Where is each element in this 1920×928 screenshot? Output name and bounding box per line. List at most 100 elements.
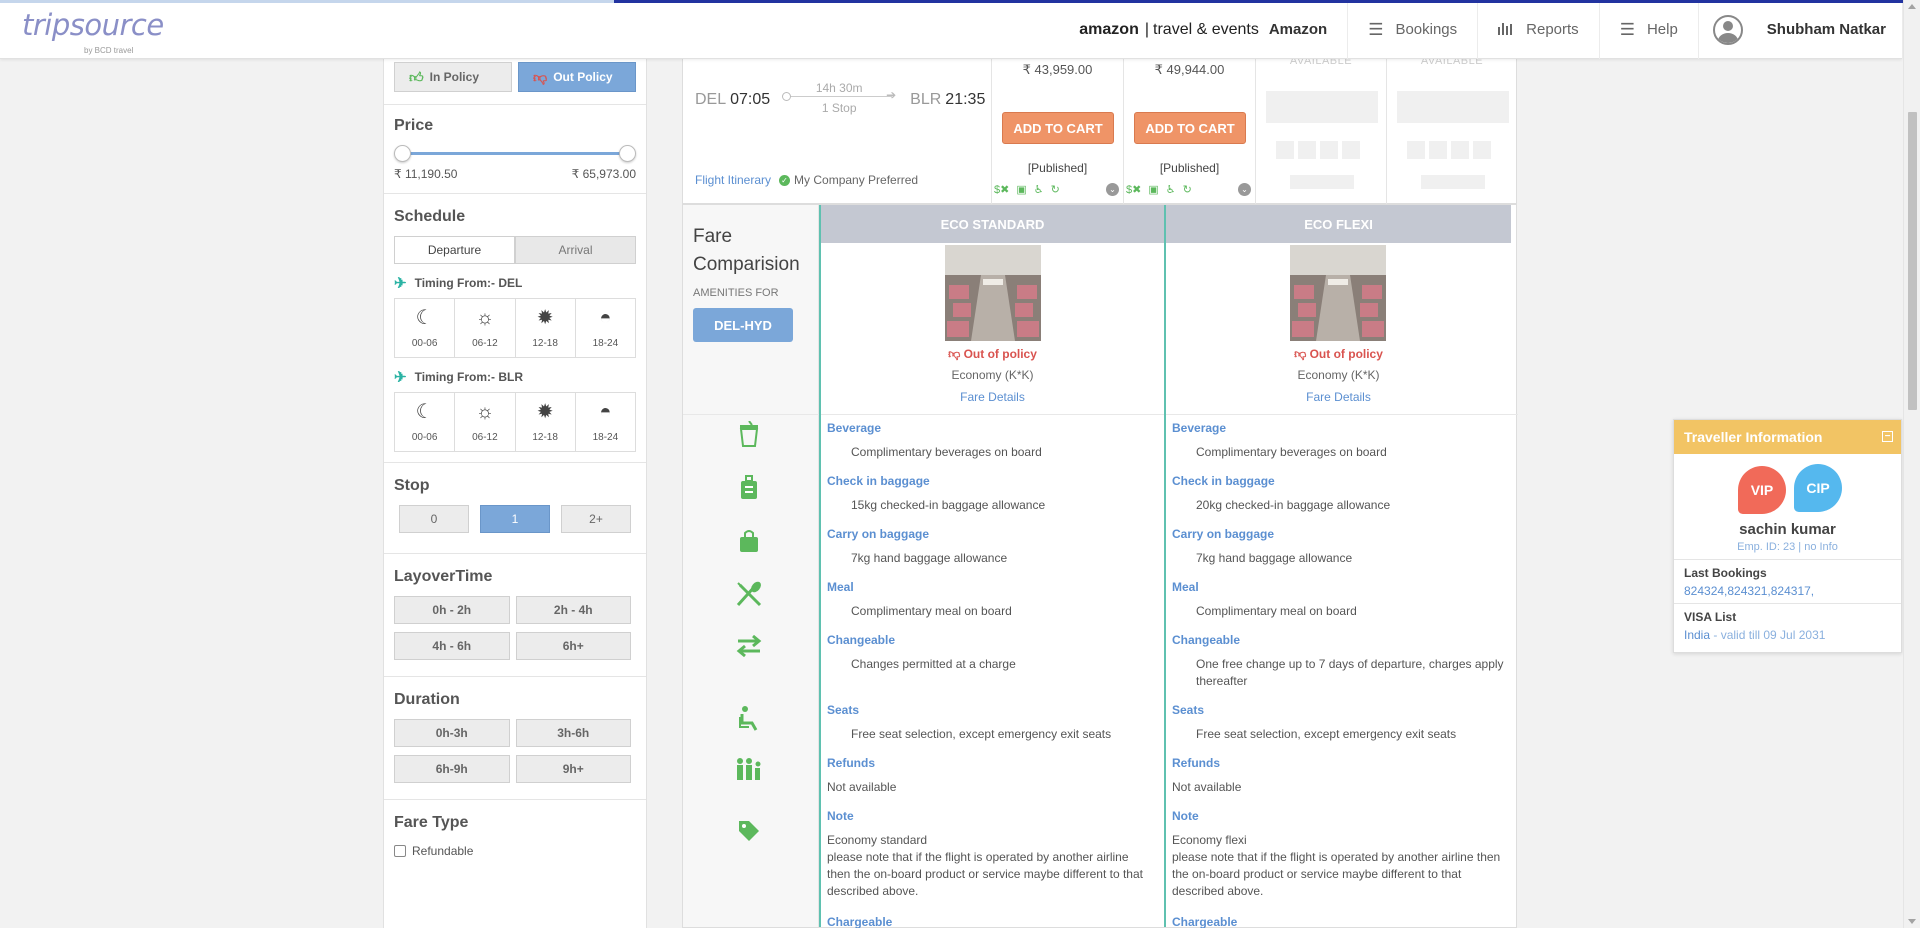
cabin-class: Economy (K*K) [1297, 368, 1380, 382]
fare-details-link[interactable]: Fare Details [821, 390, 1164, 404]
amenity-desc: Not available [1172, 780, 1242, 794]
dollar-meal-icon: $✖ [994, 184, 1010, 196]
price-slider[interactable] [394, 143, 636, 163]
amenity-refunds: Refunds Not available [827, 756, 1154, 796]
dollar-meal-icon: $✖ [1126, 184, 1142, 196]
amenity-desc: Not available [827, 780, 897, 794]
list-icon: ☰ [1619, 19, 1635, 39]
amenity-desc: Economy standard please note that if the… [827, 833, 1143, 898]
time-slots-blr: ☾ 00-06 ☼ 06-12 ✹ 12-18 ◓ 18-24 [394, 392, 636, 452]
amenity-refunds: Refunds Not available [1172, 756, 1507, 796]
sunset-icon: ◓ [599, 306, 612, 329]
price-slider-min-handle[interactable] [394, 145, 411, 162]
duration-option[interactable]: 3h-6h [515, 719, 631, 747]
nav-reports[interactable]: Reports [1477, 0, 1599, 59]
stop-option-1[interactable]: 1 [480, 505, 550, 533]
layover-option[interactable]: 6h+ [515, 632, 631, 660]
amenity-title: Refunds [827, 756, 875, 770]
list-icon: ☰ [1368, 19, 1384, 39]
time-slot-label: 06-12 [472, 337, 498, 349]
chevron-down-icon[interactable]: ⌄ [1238, 183, 1251, 196]
placeholder-block [1320, 141, 1338, 159]
time-slot-night[interactable]: ☾ 00-06 [395, 299, 456, 357]
nav-bookings[interactable]: ☰ Bookings [1347, 0, 1477, 59]
sunset-icon: ◓ [599, 400, 612, 423]
stop-option-2-plus[interactable]: 2+ [561, 505, 631, 533]
price-slider-max-handle[interactable] [619, 145, 636, 162]
fare-column-2: ₹ 49,944.00 ADD TO CART [Published] $✖ ▣ ♿… [1123, 59, 1255, 204]
bag-icon [733, 529, 765, 559]
scrollbar-thumb[interactable] [1908, 112, 1917, 410]
amenity-desc: Complimentary beverages on board [851, 445, 1042, 459]
tab-arrival[interactable]: Arrival [515, 236, 636, 264]
amenity-beverage: Beverage Complimentary beverages on board [1172, 421, 1507, 461]
time-slot-afternoon[interactable]: ✹ 12-18 [516, 299, 576, 357]
flight-itinerary-link[interactable]: Flight Itinerary [695, 173, 771, 187]
fare-type-title: Fare Type [394, 814, 469, 831]
amenity-title: Meal [1172, 580, 1199, 594]
nav-help-label: Help [1646, 21, 1678, 38]
scroll-down-arrow-icon[interactable] [1908, 919, 1916, 924]
visa-country-link[interactable]: India [1684, 628, 1710, 642]
tab-departure[interactable]: Departure [394, 236, 515, 264]
stop-option-0[interactable]: 0 [399, 505, 469, 533]
user-menu[interactable]: Shubham Natkar [1697, 0, 1902, 59]
duration-option[interactable]: 6h-9h [394, 755, 510, 783]
placeholder-block [1451, 141, 1469, 159]
flight-result-card: DEL 07:05 14h 30m ➔ 1 Stop BLR 21:35 Fli… [682, 55, 1517, 204]
employee-info: no Info [1804, 541, 1838, 553]
duration-option[interactable]: 9h+ [515, 755, 631, 783]
tripsource-logo[interactable]: tripsource by BCD travel [22, 8, 164, 55]
chevron-down-icon[interactable]: ⌄ [1106, 183, 1119, 196]
duration-option[interactable]: 0h-3h [394, 719, 510, 747]
nav-help[interactable]: ☰ Help [1598, 0, 1698, 59]
refundable-checkbox[interactable]: Refundable [394, 832, 636, 870]
time-slot-morning[interactable]: ☼ 06-12 [455, 393, 516, 451]
scroll-up-arrow-icon[interactable] [1908, 4, 1916, 9]
amenity-title: Changeable [827, 633, 896, 647]
time-slot-label: 00-06 [411, 431, 438, 443]
nav-reports-label: Reports [1526, 21, 1579, 38]
layover-option[interactable]: 4h - 6h [394, 632, 510, 660]
timing-from-del: ✈ Timing From:- DEL [394, 274, 636, 292]
layover-option[interactable]: 0h - 2h [394, 596, 510, 624]
out-policy-button[interactable]: 👎︎ Out Policy [518, 62, 636, 92]
in-policy-button[interactable]: 👍︎ In Policy [394, 62, 512, 92]
time-slot-evening[interactable]: ◓ 18-24 [576, 299, 635, 357]
amenity-title: Beverage [1172, 421, 1227, 435]
policy-status: 👎︎ Out of policy [1166, 347, 1511, 362]
logo-text: tripsource [22, 8, 164, 42]
amenity-title: Carry on baggage [1172, 527, 1275, 541]
minimize-icon[interactable]: − [1882, 431, 1893, 442]
bar-chart-icon [1498, 20, 1514, 40]
amenity-desc: Free seat selection, except emergency ex… [851, 727, 1112, 741]
amenity-title: Meal [827, 580, 854, 594]
placeholder-block [1342, 141, 1360, 159]
amazon-divider: | [1144, 20, 1150, 38]
layover-filter: LayoverTime 0h - 2h 2h - 4h 4h - 6h 6h+ [384, 554, 646, 677]
add-to-cart-button[interactable]: ADD TO CART [1134, 112, 1246, 144]
page-scrollbar[interactable] [1903, 0, 1920, 928]
time-slot-morning[interactable]: ☼ 06-12 [455, 299, 516, 357]
comparison-title-line2: Comparision [693, 254, 800, 275]
origin-code: DEL [695, 91, 727, 108]
layover-option[interactable]: 2h - 4h [515, 596, 631, 624]
top-navigation-bar: tripsource by BCD travel amazon | travel… [0, 0, 1902, 59]
time-slot-evening[interactable]: ◓ 18-24 [576, 393, 635, 451]
thumbs-up-icon: 👍︎ [409, 68, 424, 85]
route-selector-button[interactable]: DEL-HYD [693, 308, 793, 342]
fare-details-link[interactable]: Fare Details [1166, 390, 1511, 404]
last-bookings-links[interactable]: 824324,824321,824317, [1684, 584, 1891, 598]
amenity-check-in-baggage: Check in baggage 15kg checked-in baggage … [827, 474, 1154, 514]
comparison-title-line1: Fare [693, 226, 733, 247]
last-bookings: Last Bookings 824324,824321,824317, [1674, 559, 1901, 604]
add-to-cart-button[interactable]: ADD TO CART [1002, 112, 1114, 144]
traveller-panel-header: Traveller Information − [1674, 420, 1901, 454]
time-slot-afternoon[interactable]: ✹ 12-18 [516, 393, 576, 451]
amenity-title: Changeable [1172, 633, 1241, 647]
amenity-note: Note Economy flexi please note that if th… [1172, 809, 1507, 900]
policy-filter: 👍︎ In Policy 👎︎ Out Policy [384, 59, 646, 105]
time-slot-night[interactable]: ☾ 00-06 [395, 393, 456, 451]
checkbox-box[interactable] [394, 845, 406, 857]
schedule-filter: Schedule Departure Arrival ✈ Timing From:… [384, 194, 646, 463]
